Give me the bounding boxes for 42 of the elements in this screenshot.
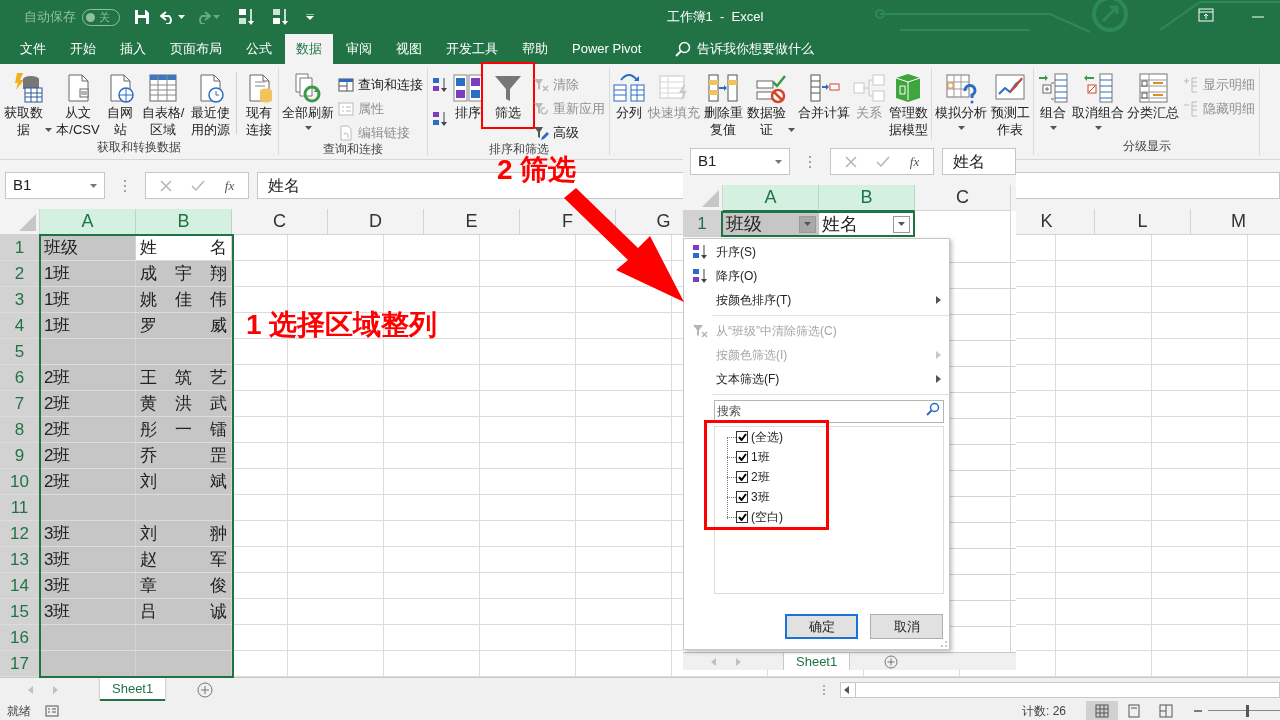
table-cell: 乔 罡	[136, 443, 232, 468]
table-cell: 刘 斌	[136, 469, 232, 494]
table-cell: 王 筑 艺	[136, 365, 232, 390]
table-cell: 3班	[40, 547, 136, 572]
annotation-text: 1 选择区域整列	[246, 308, 438, 342]
table-cell: 3班	[40, 573, 136, 598]
status-text: 就绪	[7, 702, 31, 720]
ribbon-group-label: 获取和转换数据	[97, 139, 181, 156]
annotation-text: 2 筛选	[497, 156, 577, 184]
table-cell: 罗 威	[136, 313, 232, 338]
table-cell: 姚 佳 伟	[136, 287, 232, 312]
table-cell: 1班	[40, 261, 136, 286]
checkbox-label: 1班	[751, 449, 770, 466]
checkbox-label: 2班	[751, 469, 770, 486]
table-cell: 黄 洪 武	[136, 391, 232, 416]
table-cell-text: 班级	[726, 212, 762, 236]
table-cell: 吕 诚	[136, 599, 232, 624]
table-cell: 1班	[40, 287, 136, 312]
table-cell: 刘 翀	[136, 521, 232, 546]
autosave-label: 自动保存	[24, 8, 76, 27]
table-cell: 2班	[40, 391, 136, 416]
checkbox-label: 3班	[751, 489, 770, 506]
table-cell: 彤 一 镭	[136, 417, 232, 442]
ribbon-group-label: 排序和筛选	[488, 141, 549, 156]
ribbon-group-label: 查询和连接	[323, 141, 383, 158]
table-cell: 1班	[40, 313, 136, 338]
checkbox-label: (空白)	[751, 509, 783, 526]
window-title: 工作簿1 - Excel	[665, 8, 765, 27]
table-cell: 2班	[40, 469, 136, 494]
table-cell: 3班	[40, 599, 136, 624]
table-cell-text: 姓名	[822, 212, 858, 236]
table-cell: 赵 军	[136, 547, 232, 572]
checkbox-label: (全选)	[751, 429, 783, 446]
table-cell: 2班	[40, 365, 136, 390]
table-cell: 2班	[40, 443, 136, 468]
table-cell: 章 俊	[136, 573, 232, 598]
ribbon-group-label: 分级显示	[1122, 138, 1171, 155]
table-cell: 成 宇 翔	[136, 261, 232, 286]
count-text: 计数: 26	[1022, 702, 1066, 720]
table-cell: 班级	[40, 235, 136, 260]
table-cell: 2班	[40, 417, 136, 442]
table-cell: 3班	[40, 521, 136, 546]
